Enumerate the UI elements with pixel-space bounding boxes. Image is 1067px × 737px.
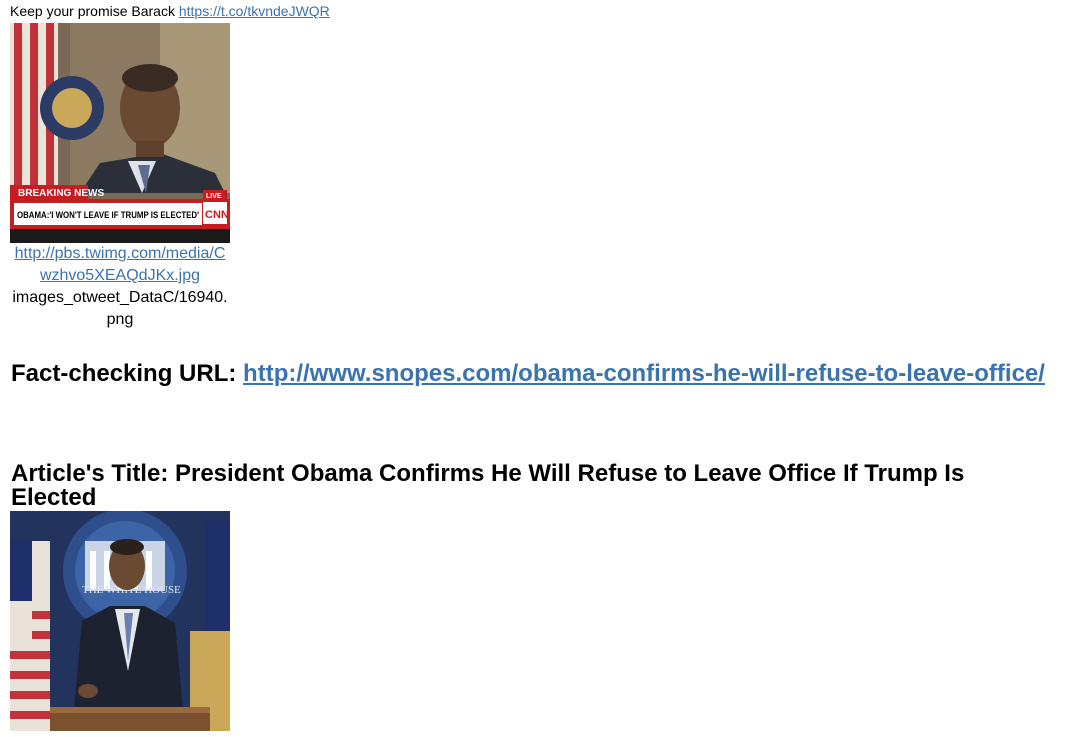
tweet-text-line: Keep your promise Barack https://t.co/tk… — [10, 3, 330, 20]
tweet-text: Keep your promise Barack — [10, 3, 175, 19]
tweet-link[interactable]: https://t.co/tkvndeJWQR — [179, 3, 330, 19]
live-label: LIVE — [206, 193, 222, 200]
breaking-news-label: BREAKING NEWS — [18, 188, 104, 199]
headline-text: OBAMA:'I WON'T LEAVE IF TRUMP IS ELECTED… — [17, 210, 199, 220]
article-title: Article's Title: President Obama Confirm… — [11, 460, 965, 511]
article-image[interactable]: THE WHITE HOUSE — [10, 511, 230, 731]
media-caption: http://pbs.twimg.com/media/Cwzhvo5XEAQdJ… — [10, 243, 230, 331]
tweet-media-image[interactable]: BREAKING NEWS OBAMA:'I WON'T LEAVE IF TR… — [10, 23, 230, 243]
media-file-path: images_otweet_DataC/16940.png — [12, 289, 228, 328]
media-url-link[interactable]: http://pbs.twimg.com/media/Cwzhvo5XEAQdJ… — [15, 245, 226, 284]
fact-check-link[interactable]: http://www.snopes.com/obama-confirms-he-… — [243, 360, 1045, 387]
network-logo: CNN — [205, 209, 229, 221]
fact-check-line: Fact-checking URL: http://www.snopes.com… — [11, 359, 1045, 389]
tweet-media: BREAKING NEWS OBAMA:'I WON'T LEAVE IF TR… — [10, 23, 230, 331]
fact-check-label: Fact-checking URL: — [11, 360, 237, 387]
